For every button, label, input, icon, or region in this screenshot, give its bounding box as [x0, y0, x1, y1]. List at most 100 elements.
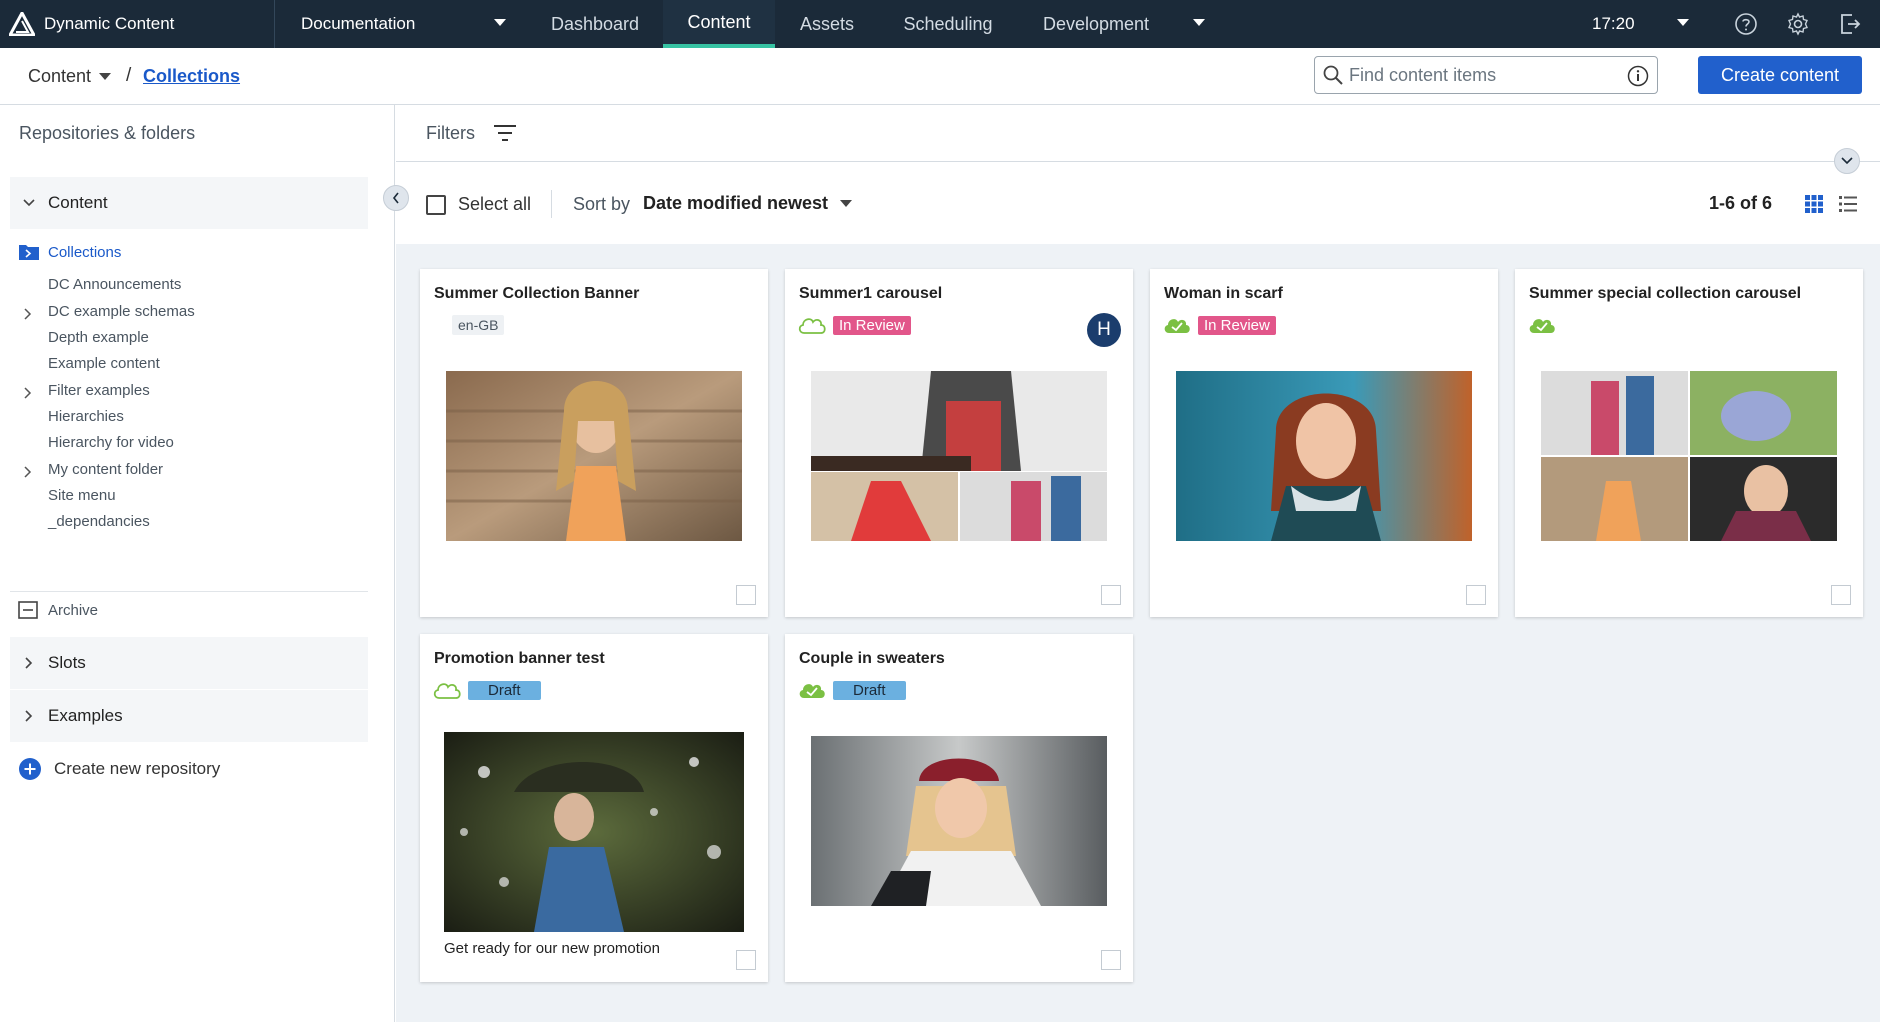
- sidebar-group-label: Examples: [48, 706, 123, 725]
- content-toolbar: Select all Sort by Date modified newest …: [396, 162, 1880, 244]
- card-status-row: Draft: [432, 680, 541, 700]
- sidebar-item-dc-announcements[interactable]: DC Announcements: [48, 276, 181, 293]
- collapse-sidebar-button[interactable]: [383, 185, 409, 211]
- help-icon[interactable]: [1734, 12, 1758, 36]
- content-card[interactable]: Woman in scarf In Review: [1150, 269, 1498, 617]
- card-checkbox[interactable]: [736, 585, 756, 605]
- clock: 17:20: [1592, 14, 1635, 33]
- tab-development[interactable]: Development: [1026, 0, 1166, 48]
- sidebar: Repositories & folders Content Collectio…: [0, 105, 395, 1022]
- chevron-down-icon: [494, 19, 506, 26]
- chevron-down-icon: [1841, 157, 1853, 165]
- status-badge: In Review: [1198, 315, 1276, 335]
- card-title: Summer1 carousel: [799, 285, 943, 302]
- chevron-down-icon: [840, 199, 853, 207]
- tab-content[interactable]: Content: [663, 0, 775, 48]
- card-checkbox[interactable]: [736, 950, 756, 970]
- content-card[interactable]: Summer1 carousel In Review H: [785, 269, 1133, 617]
- sidebar-group-slots[interactable]: Slots: [10, 637, 368, 689]
- tab-assets[interactable]: Assets: [776, 0, 878, 48]
- logout-icon[interactable]: [1838, 12, 1862, 36]
- sidebar-item-archive[interactable]: Archive: [18, 601, 98, 619]
- breadcrumb-root-label: Content: [28, 66, 92, 86]
- filters-label[interactable]: Filters: [426, 123, 475, 144]
- sidebar-item-example-content[interactable]: Example content: [48, 355, 160, 372]
- development-menu-chevron-icon[interactable]: [1193, 19, 1205, 27]
- card-checkbox[interactable]: [1101, 585, 1121, 605]
- clock-menu-chevron-icon[interactable]: [1677, 19, 1689, 27]
- card-checkbox[interactable]: [1831, 585, 1851, 605]
- create-repository-button[interactable]: Create new repository: [18, 757, 220, 781]
- create-content-button[interactable]: Create content: [1698, 56, 1862, 94]
- chevron-right-icon[interactable]: [24, 466, 32, 478]
- info-icon[interactable]: [1627, 65, 1649, 87]
- tab-scheduling[interactable]: Scheduling: [884, 0, 1012, 48]
- content-card[interactable]: Summer special collection carousel: [1515, 269, 1863, 617]
- card-title: Promotion banner test: [434, 650, 605, 667]
- chevron-down-icon: [23, 199, 35, 207]
- sidebar-group-content[interactable]: Content: [10, 177, 368, 229]
- card-thumbnail: [811, 736, 1107, 906]
- sort-by-label: Sort by: [573, 194, 631, 214]
- sidebar-item-filter-examples[interactable]: Filter examples: [48, 382, 150, 399]
- hub-selector[interactable]: Documentation: [276, 0, 516, 48]
- sidebar-item-my-content-folder[interactable]: My content folder: [48, 461, 163, 478]
- search-input[interactable]: [1349, 64, 1619, 86]
- cloud-check-icon: [1529, 319, 1555, 333]
- sidebar-item-depth-example[interactable]: Depth example: [48, 329, 149, 346]
- list-view-icon[interactable]: [1838, 194, 1858, 214]
- sidebar-title: Repositories & folders: [19, 123, 196, 143]
- content-card[interactable]: Couple in sweaters Draft: [785, 634, 1133, 982]
- cloud-check-icon: [799, 684, 825, 698]
- search-box: [1314, 56, 1658, 94]
- toolbar-divider: [551, 190, 552, 218]
- card-title: Woman in scarf: [1164, 285, 1283, 302]
- breadcrumb-current[interactable]: Collections: [143, 66, 240, 87]
- status-badge: Draft: [468, 680, 541, 700]
- sidebar-item-label: Collections: [48, 243, 122, 261]
- card-checkbox[interactable]: [1466, 585, 1486, 605]
- filter-icon[interactable]: [493, 123, 517, 143]
- card-status-row: In Review: [797, 315, 911, 335]
- content-card[interactable]: Promotion banner test Draft Get ready fo…: [420, 634, 768, 982]
- expand-filters-button[interactable]: [1834, 148, 1860, 174]
- status-badge: Draft: [833, 680, 906, 700]
- sidebar-item-hierarchy-for-video[interactable]: Hierarchy for video: [48, 434, 174, 451]
- status-badge: In Review: [833, 315, 911, 335]
- sidebar-item-dependancies[interactable]: _dependancies: [48, 513, 150, 530]
- select-all-checkbox[interactable]: [426, 194, 446, 215]
- card-title: Summer special collection carousel: [1529, 285, 1802, 302]
- sort-dropdown[interactable]: Date modified newest: [643, 193, 853, 214]
- sidebar-item-dc-example-schemas[interactable]: DC example schemas: [48, 303, 195, 320]
- breadcrumb-root[interactable]: Content: [28, 66, 112, 87]
- chevron-right-icon[interactable]: [24, 387, 32, 399]
- grid-view-icon[interactable]: [1804, 194, 1824, 214]
- breadcrumb-separator: /: [126, 65, 132, 86]
- content-grid: Summer Collection Banner en-GB Summer1 c…: [396, 244, 1880, 1022]
- archive-icon: [18, 601, 38, 619]
- cloud-icon: [433, 683, 461, 699]
- logo-icon: [0, 0, 44, 48]
- sidebar-item-label: Archive: [48, 601, 99, 619]
- top-nav: Dynamic Content Documentation Dashboard …: [0, 0, 1880, 48]
- card-status-row: en-GB: [432, 315, 505, 335]
- chevron-right-icon[interactable]: [24, 308, 32, 320]
- avatar[interactable]: H: [1087, 313, 1121, 347]
- select-all[interactable]: Select all: [426, 194, 531, 215]
- chevron-down-icon: [99, 72, 112, 80]
- card-thumbnail: [811, 371, 1107, 541]
- sidebar-item-collections[interactable]: Collections: [18, 243, 121, 261]
- card-thumbnail: [444, 732, 744, 932]
- sidebar-group-examples[interactable]: Examples: [10, 690, 368, 742]
- plus-icon: [19, 758, 41, 780]
- hub-name: Documentation: [301, 14, 416, 33]
- chevron-left-icon: [392, 192, 399, 204]
- content-card[interactable]: Summer Collection Banner en-GB: [420, 269, 768, 617]
- card-checkbox[interactable]: [1101, 950, 1121, 970]
- brand[interactable]: Dynamic Content: [0, 0, 275, 48]
- sidebar-item-site-menu[interactable]: Site menu: [48, 487, 116, 504]
- gear-icon[interactable]: [1786, 12, 1810, 36]
- card-caption: Get ready for our new promotion: [444, 940, 660, 957]
- tab-dashboard[interactable]: Dashboard: [532, 0, 658, 48]
- sidebar-item-hierarchies[interactable]: Hierarchies: [48, 408, 124, 425]
